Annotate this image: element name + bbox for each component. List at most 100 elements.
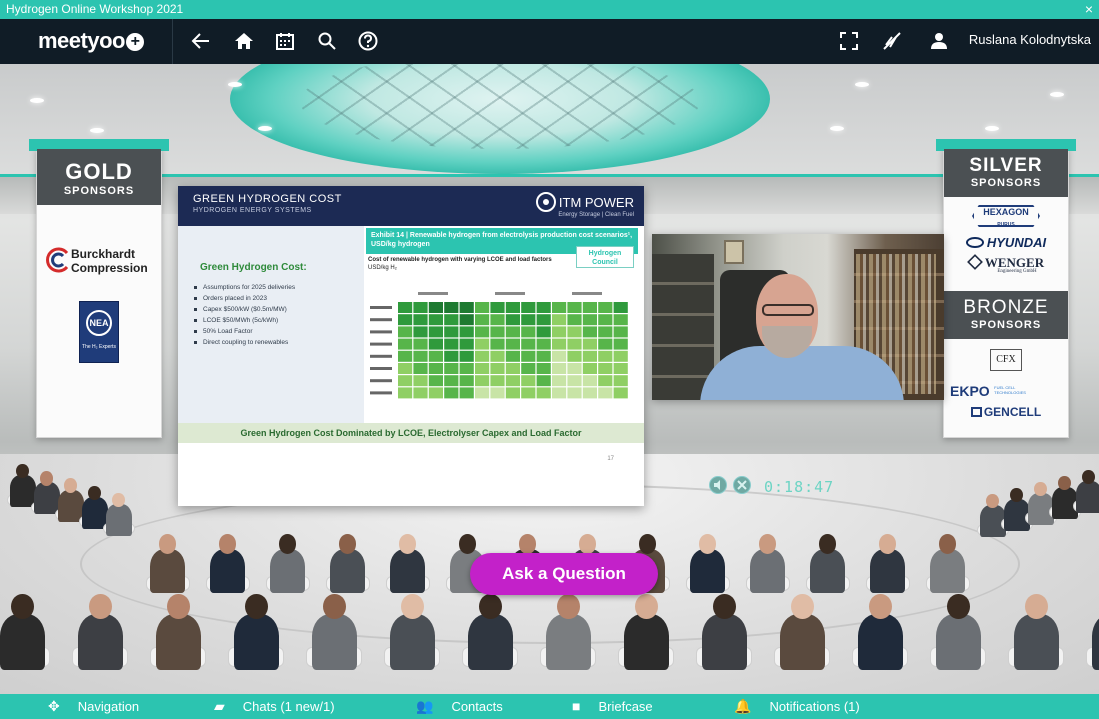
fullscreen-icon[interactable] [836, 28, 862, 54]
ekpo-sub: FUEL CELL TECHNOLOGIES [994, 385, 1026, 395]
audience-head [88, 485, 102, 500]
sponsor-logo-ekpo[interactable]: EKPO FUEL CELL TECHNOLOGIES [944, 383, 1068, 401]
gencell-emblem-icon [970, 407, 982, 417]
itm-logo-sub: Energy Storage | Clean Fuel [558, 212, 634, 218]
ceiling-light [1050, 92, 1064, 97]
ekpo-word: EKPO [950, 383, 990, 399]
nav-divider [172, 19, 173, 64]
mute-icon[interactable] [879, 28, 905, 54]
brand-logo[interactable]: meetyoo + [38, 28, 144, 54]
sponsor-logo-wenger[interactable]: WENGER Engineering GmbH [944, 254, 1068, 274]
speaker-torso [700, 346, 904, 400]
nea-word: NEA [86, 310, 112, 336]
bottom-bar: ✥ Navigation ▰ Chats (1 new/1) 👥 Contact… [0, 694, 1099, 719]
heatmap-cell [398, 338, 413, 350]
heatmap-cell [398, 350, 413, 362]
heatmap-cell [582, 387, 597, 399]
home-icon[interactable] [231, 28, 257, 54]
sponsor-logo-hexagon[interactable]: HEXAGON PURUS [944, 205, 1068, 227]
ceiling-light [90, 128, 104, 133]
bottom-nav-chats[interactable]: ▰ Chats (1 new/1) [214, 694, 335, 719]
heatmap-cell [505, 350, 520, 362]
help-icon[interactable] [355, 28, 381, 54]
heatmap-cell [475, 314, 490, 326]
bottom-nav-label: Notifications (1) [769, 699, 860, 714]
heatmap-cell [413, 350, 428, 362]
audience-head [698, 534, 717, 554]
heatmap-cell [475, 326, 490, 338]
heatmap-group-label [572, 292, 602, 295]
heatmap-row-label [370, 330, 392, 334]
back-arrow-icon[interactable] [188, 28, 214, 54]
audience-body [750, 549, 786, 594]
audience-head [818, 534, 837, 554]
itm-logo-icon [535, 192, 556, 212]
close-icon[interactable]: × [1085, 0, 1093, 19]
heatmap-cell [567, 314, 582, 326]
ask-question-button[interactable]: Ask a Question [470, 553, 658, 595]
heatmap-cell [552, 338, 567, 350]
heatmap-cell [428, 314, 443, 326]
heatmap-cell [505, 326, 520, 338]
heatmap-cell [475, 375, 490, 387]
itm-logo-text: ITM POWER [558, 195, 634, 210]
audience-body [78, 613, 123, 670]
audience-head [158, 534, 177, 554]
heatmap-cell [598, 387, 613, 399]
brand-plus-icon: + [125, 33, 144, 51]
audience-head [758, 534, 777, 554]
audience-body [106, 503, 132, 536]
heatmap-cell [582, 375, 597, 387]
audience-head [635, 594, 658, 620]
audience-body [1076, 481, 1099, 514]
heatmap-cell [398, 302, 413, 313]
audience-body [150, 549, 186, 594]
bottom-nav-briefcase[interactable]: ■ Briefcase [572, 694, 653, 719]
heatmap-cell [521, 302, 536, 313]
bottom-nav-notifications[interactable]: 🔔 Notifications (1) [734, 694, 860, 719]
audience-body [312, 613, 357, 670]
sponsor-logo-nea[interactable]: NEA The H₂ Experts [37, 301, 161, 363]
briefcase-icon: ■ [572, 698, 581, 714]
heatmap-group-label [495, 292, 525, 295]
heatmap-row-label [370, 318, 392, 322]
slide-header: GREEN HYDROGEN COST HYDROGEN ENERGY SYST… [178, 186, 644, 226]
heatmap-cell [598, 350, 613, 362]
heatmap-cell [582, 326, 597, 338]
audience-head [938, 534, 957, 554]
sponsor-logo-gencell[interactable]: GENCELL [944, 405, 1068, 419]
heatmap-group-label [418, 292, 448, 295]
user-icon[interactable] [926, 28, 952, 54]
hyundai-emblem-icon [965, 237, 984, 248]
speaker-video[interactable] [652, 234, 944, 400]
heatmap-cell [552, 314, 567, 326]
itm-power-logo: ITM POWER [535, 192, 634, 212]
slide-title: GREEN HYDROGEN COST [193, 193, 342, 205]
burckhardt-word: Burckhardt [71, 247, 136, 261]
heatmap-cell [582, 302, 597, 313]
heatmap-cell [567, 302, 582, 313]
heatmap-cell [536, 338, 551, 350]
ceiling-light [985, 126, 999, 131]
heatmap-cell [613, 314, 628, 326]
bottom-nav-navigation[interactable]: ✥ Navigation [48, 694, 139, 719]
heatmap-row-label [370, 367, 392, 370]
heatmap-cell [490, 302, 505, 313]
bell-icon: 🔔 [734, 698, 752, 714]
heatmap-row-label [370, 354, 392, 358]
calendar-icon[interactable] [272, 28, 298, 54]
sponsor-logo-hyundai[interactable]: HYUNDAI [944, 235, 1068, 250]
sponsor-logo-cfx[interactable]: CFX [944, 349, 1068, 371]
heatmap-cell [459, 338, 474, 350]
heatmap-row-label [370, 379, 392, 383]
slide-left-panel: Green Hydrogen Cost: Assumptions for 202… [178, 226, 364, 423]
audience-head [398, 534, 417, 554]
bottom-nav-contacts[interactable]: 👥 Contacts [416, 694, 503, 719]
bottom-nav-label: Briefcase [598, 699, 653, 714]
audience-body [870, 549, 906, 594]
search-icon[interactable] [314, 28, 340, 54]
heatmap-cell [490, 350, 505, 362]
user-name[interactable]: Ruslana Kolodnytska [969, 32, 1091, 47]
heatmap-cell [490, 387, 505, 399]
heatmap-cell [536, 302, 551, 313]
